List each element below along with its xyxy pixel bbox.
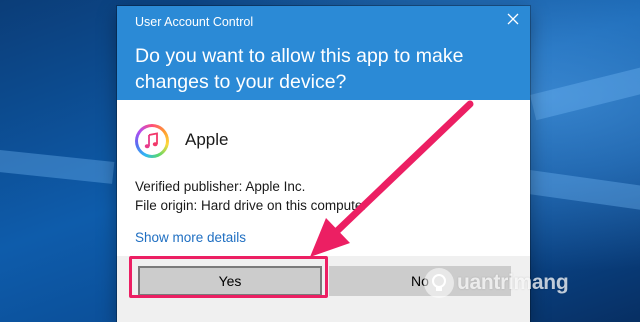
- uac-question: Do you want to allow this app to make ch…: [135, 45, 464, 93]
- file-origin-text: File origin: Hard drive on this computer: [135, 198, 367, 213]
- wallpaper-light-beam: [530, 61, 640, 121]
- close-icon[interactable]: [502, 10, 524, 32]
- watermark: uantrimang: [424, 268, 569, 304]
- app-info: Verified publisher: Apple Inc. File orig…: [135, 177, 367, 215]
- publisher-text: Verified publisher: Apple Inc.: [135, 179, 306, 194]
- window-title: User Account Control: [135, 15, 254, 29]
- app-name: Apple: [185, 130, 229, 149]
- show-more-details-link[interactable]: Show more details: [135, 230, 246, 245]
- lightbulb-icon: [424, 268, 454, 298]
- itunes-icon: [135, 124, 169, 158]
- yes-button-highlight: [129, 256, 328, 298]
- wallpaper-light-beam: [0, 150, 115, 184]
- dialog-header: User Account Control Do you want to allo…: [117, 6, 530, 100]
- watermark-text: uantrimang: [457, 271, 569, 294]
- wallpaper-light-beam: [526, 170, 640, 212]
